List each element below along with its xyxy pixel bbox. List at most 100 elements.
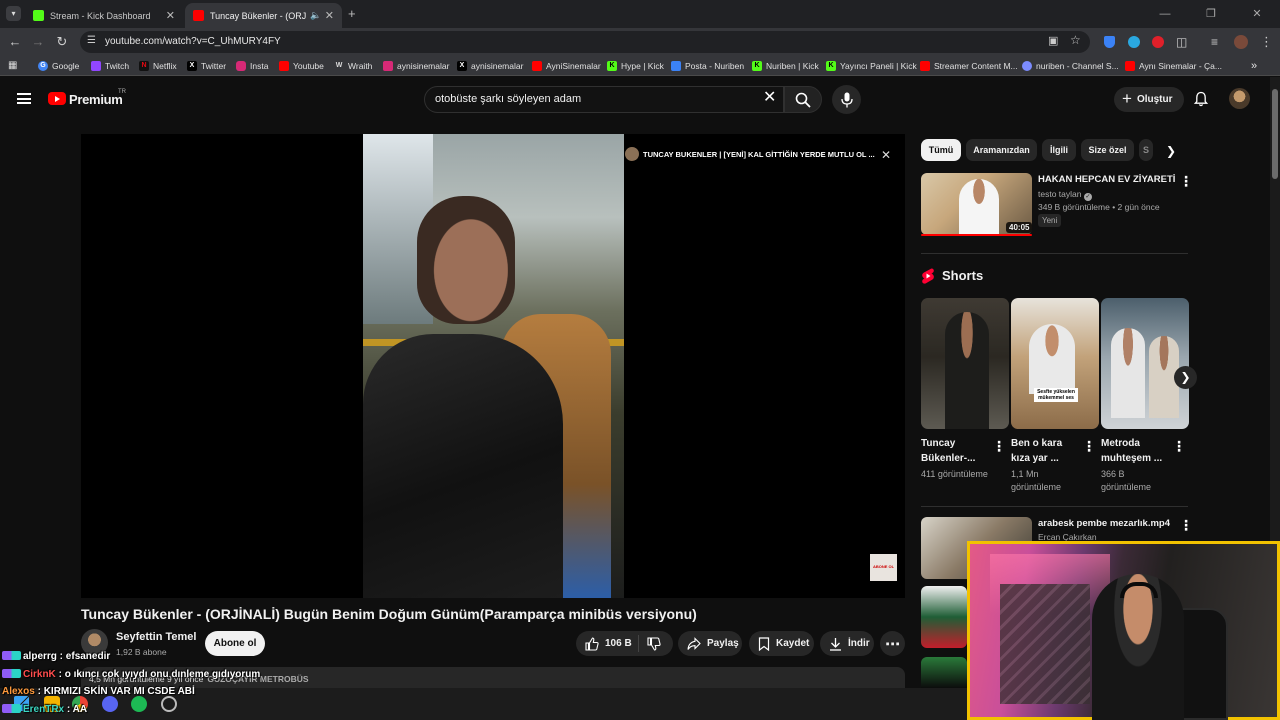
address-bar[interactable]: ☰ youtube.com/watch?v=C_UhMURY4FY ▣ ☆ (80, 31, 1090, 53)
short-title[interactable]: Tuncay Bükenler-... (921, 436, 993, 466)
save-button[interactable]: Kaydet (749, 631, 814, 656)
more-options-icon[interactable] (1179, 517, 1193, 534)
bookmark-posta[interactable]: Posta - Nuriben (671, 59, 744, 73)
short-thumbnail[interactable] (921, 298, 1009, 429)
twitch-icon (91, 61, 101, 71)
tab-youtube-video[interactable]: Tuncay Bükenler - (ORJİNAL 🔈 ✕ (185, 3, 342, 28)
bookmark-twitch[interactable]: Twitch (91, 59, 129, 73)
bookmark-aynisinemalar-insta[interactable]: aynisinemalar (383, 59, 449, 73)
chip-from-search[interactable]: Aramanızdan (966, 139, 1037, 161)
bookmark-insta[interactable]: Insta (236, 59, 268, 73)
shorts-next-arrow[interactable]: ❯ (1174, 366, 1197, 389)
bookmark-google[interactable]: G Google (38, 59, 79, 73)
url-text[interactable]: youtube.com/watch?v=C_UhMURY4FY (105, 36, 281, 47)
more-options-icon[interactable] (1082, 438, 1096, 455)
short-title[interactable]: Metroda muhteşem ... (1101, 436, 1173, 466)
bookmark-nuriben-channel[interactable]: nuriben - Channel S... (1022, 59, 1119, 73)
subscribe-watermark[interactable]: ABONE OL (870, 554, 897, 581)
create-button[interactable]: + Oluştur (1114, 87, 1184, 112)
chip-partial[interactable]: S (1139, 139, 1153, 161)
apps-grid-icon[interactable]: ▦ (8, 60, 17, 71)
discord-icon[interactable] (102, 696, 118, 712)
recommended-thumbnail[interactable] (921, 586, 967, 648)
extensions-puzzle-icon[interactable]: ◫ (1176, 35, 1187, 49)
close-window-icon[interactable]: ✕ (1234, 0, 1280, 28)
chrome-menu-icon[interactable]: ⋮ (1260, 34, 1273, 50)
bookmark-streamer-content[interactable]: Streamer Content M... (920, 59, 1018, 73)
bookmark-netflix[interactable]: N Netflix (139, 59, 177, 73)
new-tab-button[interactable]: + (348, 6, 356, 21)
minimize-icon[interactable]: — (1142, 0, 1188, 28)
obs-icon[interactable] (161, 696, 177, 712)
account-avatar[interactable] (1229, 88, 1250, 109)
search-button[interactable] (784, 86, 822, 113)
bookmark-wraith[interactable]: W Wraith (334, 59, 373, 73)
short-title[interactable]: Ben o kara kıza yar ... (1011, 436, 1083, 466)
video-frame[interactable] (363, 134, 624, 598)
bookmark-ayni-sinemalar[interactable]: Aynı Sinemalar - Ça... (1125, 59, 1222, 73)
chevron-right-icon[interactable]: ❯ (1166, 144, 1176, 158)
channel-name[interactable]: Seyfettin Temel (116, 631, 197, 643)
cast-icon[interactable]: ▣ (1048, 34, 1058, 47)
short-thumbnail[interactable] (1101, 298, 1189, 429)
chat-badges-icon (2, 669, 21, 678)
tab-kick-dashboard[interactable]: Stream - Kick Dashboard ✕ (25, 3, 183, 28)
bookmark-aynisinemalar-yt[interactable]: AyniSinemalar (532, 59, 601, 73)
extension-record-icon[interactable] (1152, 36, 1164, 48)
more-options-icon[interactable] (992, 438, 1006, 455)
bookmark-twitter[interactable]: X Twitter (187, 59, 226, 73)
speaker-icon[interactable]: 🔈 (310, 10, 321, 21)
share-button[interactable]: Paylaş (678, 631, 742, 656)
chip-all[interactable]: Tümü (921, 139, 961, 161)
bookmarks-overflow-icon[interactable]: » (1251, 59, 1257, 73)
bookmark-youtube[interactable]: Youtube (279, 59, 324, 73)
clear-search-icon[interactable]: ✕ (763, 90, 776, 106)
video-player[interactable]: TUNCAY BUKENLER | [YENİ] KAL GİTTİĞİN YE… (81, 134, 905, 598)
bookmark-nuriben-kick[interactable]: K Nuriben | Kick (752, 59, 819, 73)
extension-shield-icon[interactable] (1104, 36, 1115, 48)
recommended-title[interactable]: HAKAN HEPCAN EV ZİYARETİ (1038, 174, 1175, 185)
close-tab-icon[interactable]: ✕ (166, 9, 175, 22)
like-count: 106 B (605, 638, 632, 649)
reload-icon[interactable]: ↻ (54, 34, 70, 50)
recommended-thumbnail[interactable] (921, 657, 967, 688)
voice-search-button[interactable] (832, 85, 861, 114)
recommended-title[interactable]: arabesk pembe mezarlık.mp4 (1038, 518, 1170, 529)
tab-search-icon[interactable]: ▾ (6, 6, 21, 21)
scrollbar-thumb[interactable] (1272, 89, 1278, 179)
chip-related[interactable]: İlgili (1042, 139, 1076, 161)
more-options-icon[interactable] (1172, 438, 1186, 455)
close-tab-icon[interactable]: ✕ (325, 9, 334, 22)
search-input[interactable] (435, 93, 755, 105)
short-person (945, 312, 989, 429)
short-thumbnail[interactable] (1011, 298, 1099, 429)
like-button[interactable]: 106 B (576, 636, 632, 651)
bookmark-yayinci-paneli[interactable]: K Yayıncı Paneli | Kick (826, 59, 917, 73)
site-info-icon[interactable]: ☰ (87, 35, 96, 46)
bookmark-hype-kick[interactable]: K Hype | Kick (607, 59, 664, 73)
recommended-channel[interactable]: testo taylan ✓ (1038, 189, 1092, 201)
chip-for-you[interactable]: Size özel (1081, 139, 1134, 161)
spotify-icon[interactable] (131, 696, 147, 712)
subscribe-button[interactable]: Abone ol (205, 631, 265, 656)
youtube-logo-icon[interactable] (48, 92, 66, 105)
bookmark-star-icon[interactable]: ☆ (1070, 33, 1081, 47)
bookmark-aynisinemalar-x[interactable]: Xaynisinemalar (457, 59, 523, 73)
download-button[interactable]: İndir (820, 631, 874, 656)
more-actions-icon[interactable]: ⋯ (880, 631, 905, 656)
search-box[interactable] (424, 86, 784, 113)
close-overlay-icon[interactable]: ✕ (881, 148, 891, 162)
hamburger-menu-icon[interactable] (17, 93, 31, 104)
maximize-icon[interactable]: ❐ (1188, 0, 1234, 28)
reading-list-icon[interactable]: ≡ (1211, 35, 1218, 49)
back-icon[interactable]: ← (7, 34, 23, 50)
premium-label[interactable]: Premium (69, 92, 123, 107)
notifications-bell-icon[interactable] (1193, 91, 1209, 107)
thumbs-down-icon[interactable] (647, 637, 661, 651)
chat-badges-icon (2, 704, 21, 713)
forward-icon[interactable]: → (30, 34, 46, 50)
profile-avatar-icon[interactable] (1234, 35, 1248, 49)
video-overlay-title[interactable]: TUNCAY BUKENLER | [YENİ] KAL GİTTİĞİN YE… (625, 147, 875, 161)
more-options-icon[interactable] (1179, 173, 1193, 190)
extension-globe-icon[interactable] (1128, 36, 1140, 48)
